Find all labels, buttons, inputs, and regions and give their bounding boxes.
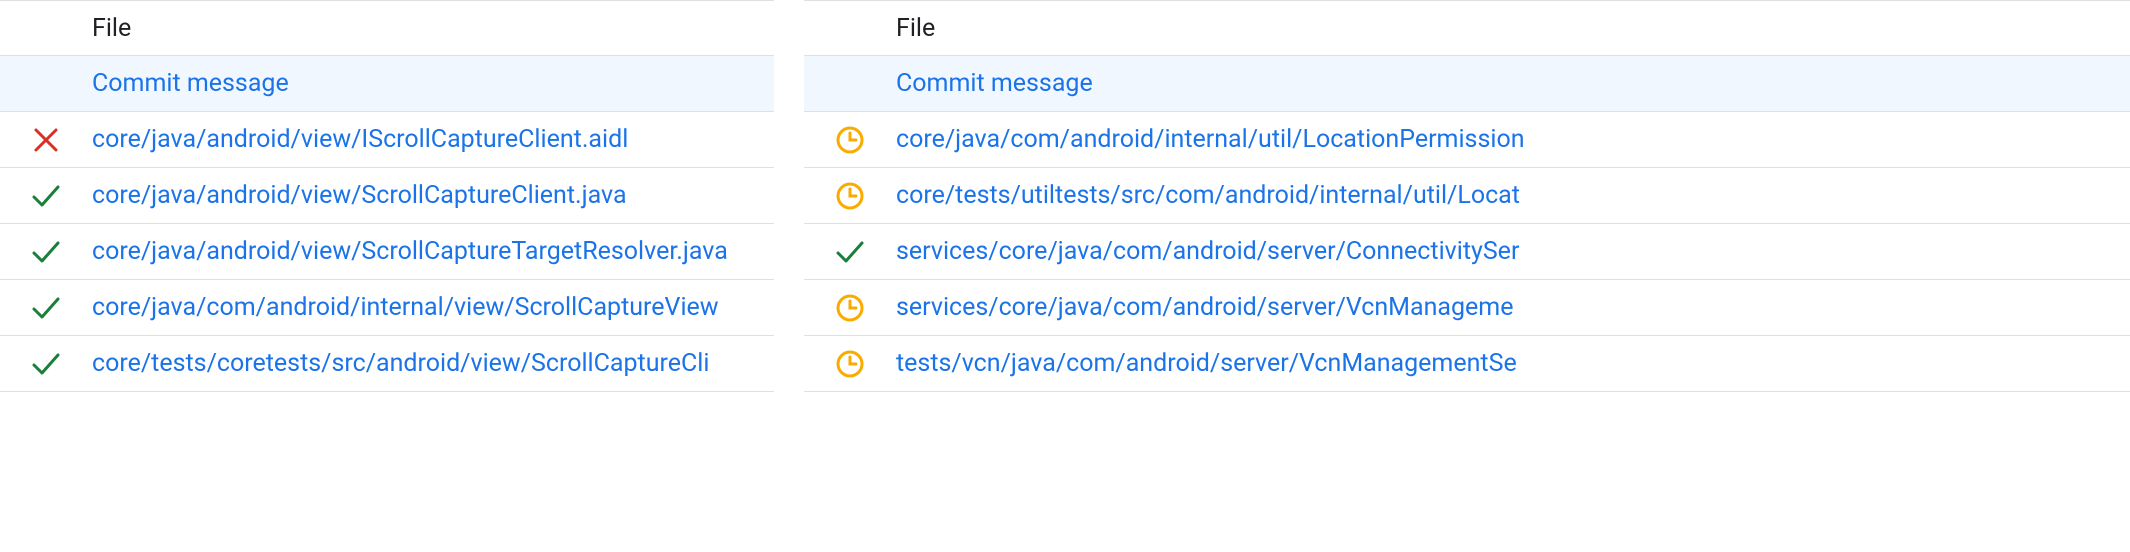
clock-icon	[834, 180, 866, 212]
status-icon-cell	[0, 236, 92, 268]
status-icon-cell	[0, 292, 92, 324]
commit-message-link[interactable]: Commit message	[896, 69, 2130, 98]
file-path-link[interactable]: core/java/android/view/ScrollCaptureClie…	[92, 181, 774, 210]
file-row[interactable]: core/java/com/android/internal/view/Scro…	[0, 280, 774, 336]
column-header-file: File	[92, 14, 774, 43]
status-icon-cell	[804, 236, 896, 268]
commit-message-row[interactable]: Commit message	[0, 56, 774, 112]
clock-icon	[834, 292, 866, 324]
file-row[interactable]: services/core/java/com/android/server/Vc…	[804, 280, 2130, 336]
file-path-link[interactable]: core/java/android/view/IScrollCaptureCli…	[92, 125, 774, 154]
file-row[interactable]: core/java/android/view/ScrollCaptureClie…	[0, 168, 774, 224]
file-path-link[interactable]: core/java/com/android/internal/util/Loca…	[896, 125, 2130, 154]
file-row[interactable]: core/java/com/android/internal/util/Loca…	[804, 112, 2130, 168]
check-icon	[30, 292, 62, 324]
cross-icon	[30, 124, 62, 156]
check-icon	[834, 236, 866, 268]
clock-icon	[834, 348, 866, 380]
header-row: File	[804, 0, 2130, 56]
status-icon-cell	[804, 348, 896, 380]
commit-message-link[interactable]: Commit message	[92, 69, 774, 98]
check-icon	[30, 236, 62, 268]
file-list-panel-right: File Commit message core/java/com/androi…	[804, 0, 2130, 552]
file-path-link[interactable]: core/tests/coretests/src/android/view/Sc…	[92, 349, 774, 378]
header-row: File	[0, 0, 774, 56]
status-icon-cell	[804, 124, 896, 156]
commit-message-row[interactable]: Commit message	[804, 56, 2130, 112]
status-icon-cell	[804, 180, 896, 212]
check-icon	[30, 180, 62, 212]
file-path-link[interactable]: core/java/com/android/internal/view/Scro…	[92, 293, 774, 322]
file-row[interactable]: core/java/android/view/ScrollCaptureTarg…	[0, 224, 774, 280]
status-icon-cell	[0, 180, 92, 212]
file-path-link[interactable]: services/core/java/com/android/server/Vc…	[896, 293, 2130, 322]
clock-icon	[834, 124, 866, 156]
file-list-panel-left: File Commit message core/java/android/vi…	[0, 0, 774, 552]
status-icon-cell	[804, 292, 896, 324]
column-header-file: File	[896, 14, 2130, 43]
file-path-link[interactable]: services/core/java/com/android/server/Co…	[896, 237, 2130, 266]
file-row[interactable]: core/java/android/view/IScrollCaptureCli…	[0, 112, 774, 168]
file-row[interactable]: tests/vcn/java/com/android/server/VcnMan…	[804, 336, 2130, 392]
status-icon-cell	[0, 348, 92, 380]
file-row[interactable]: core/tests/coretests/src/android/view/Sc…	[0, 336, 774, 392]
status-icon-cell	[0, 124, 92, 156]
check-icon	[30, 348, 62, 380]
file-path-link[interactable]: tests/vcn/java/com/android/server/VcnMan…	[896, 349, 2130, 378]
file-row[interactable]: core/tests/utiltests/src/com/android/int…	[804, 168, 2130, 224]
file-path-link[interactable]: core/tests/utiltests/src/com/android/int…	[896, 181, 2130, 210]
file-row[interactable]: services/core/java/com/android/server/Co…	[804, 224, 2130, 280]
file-path-link[interactable]: core/java/android/view/ScrollCaptureTarg…	[92, 237, 774, 266]
